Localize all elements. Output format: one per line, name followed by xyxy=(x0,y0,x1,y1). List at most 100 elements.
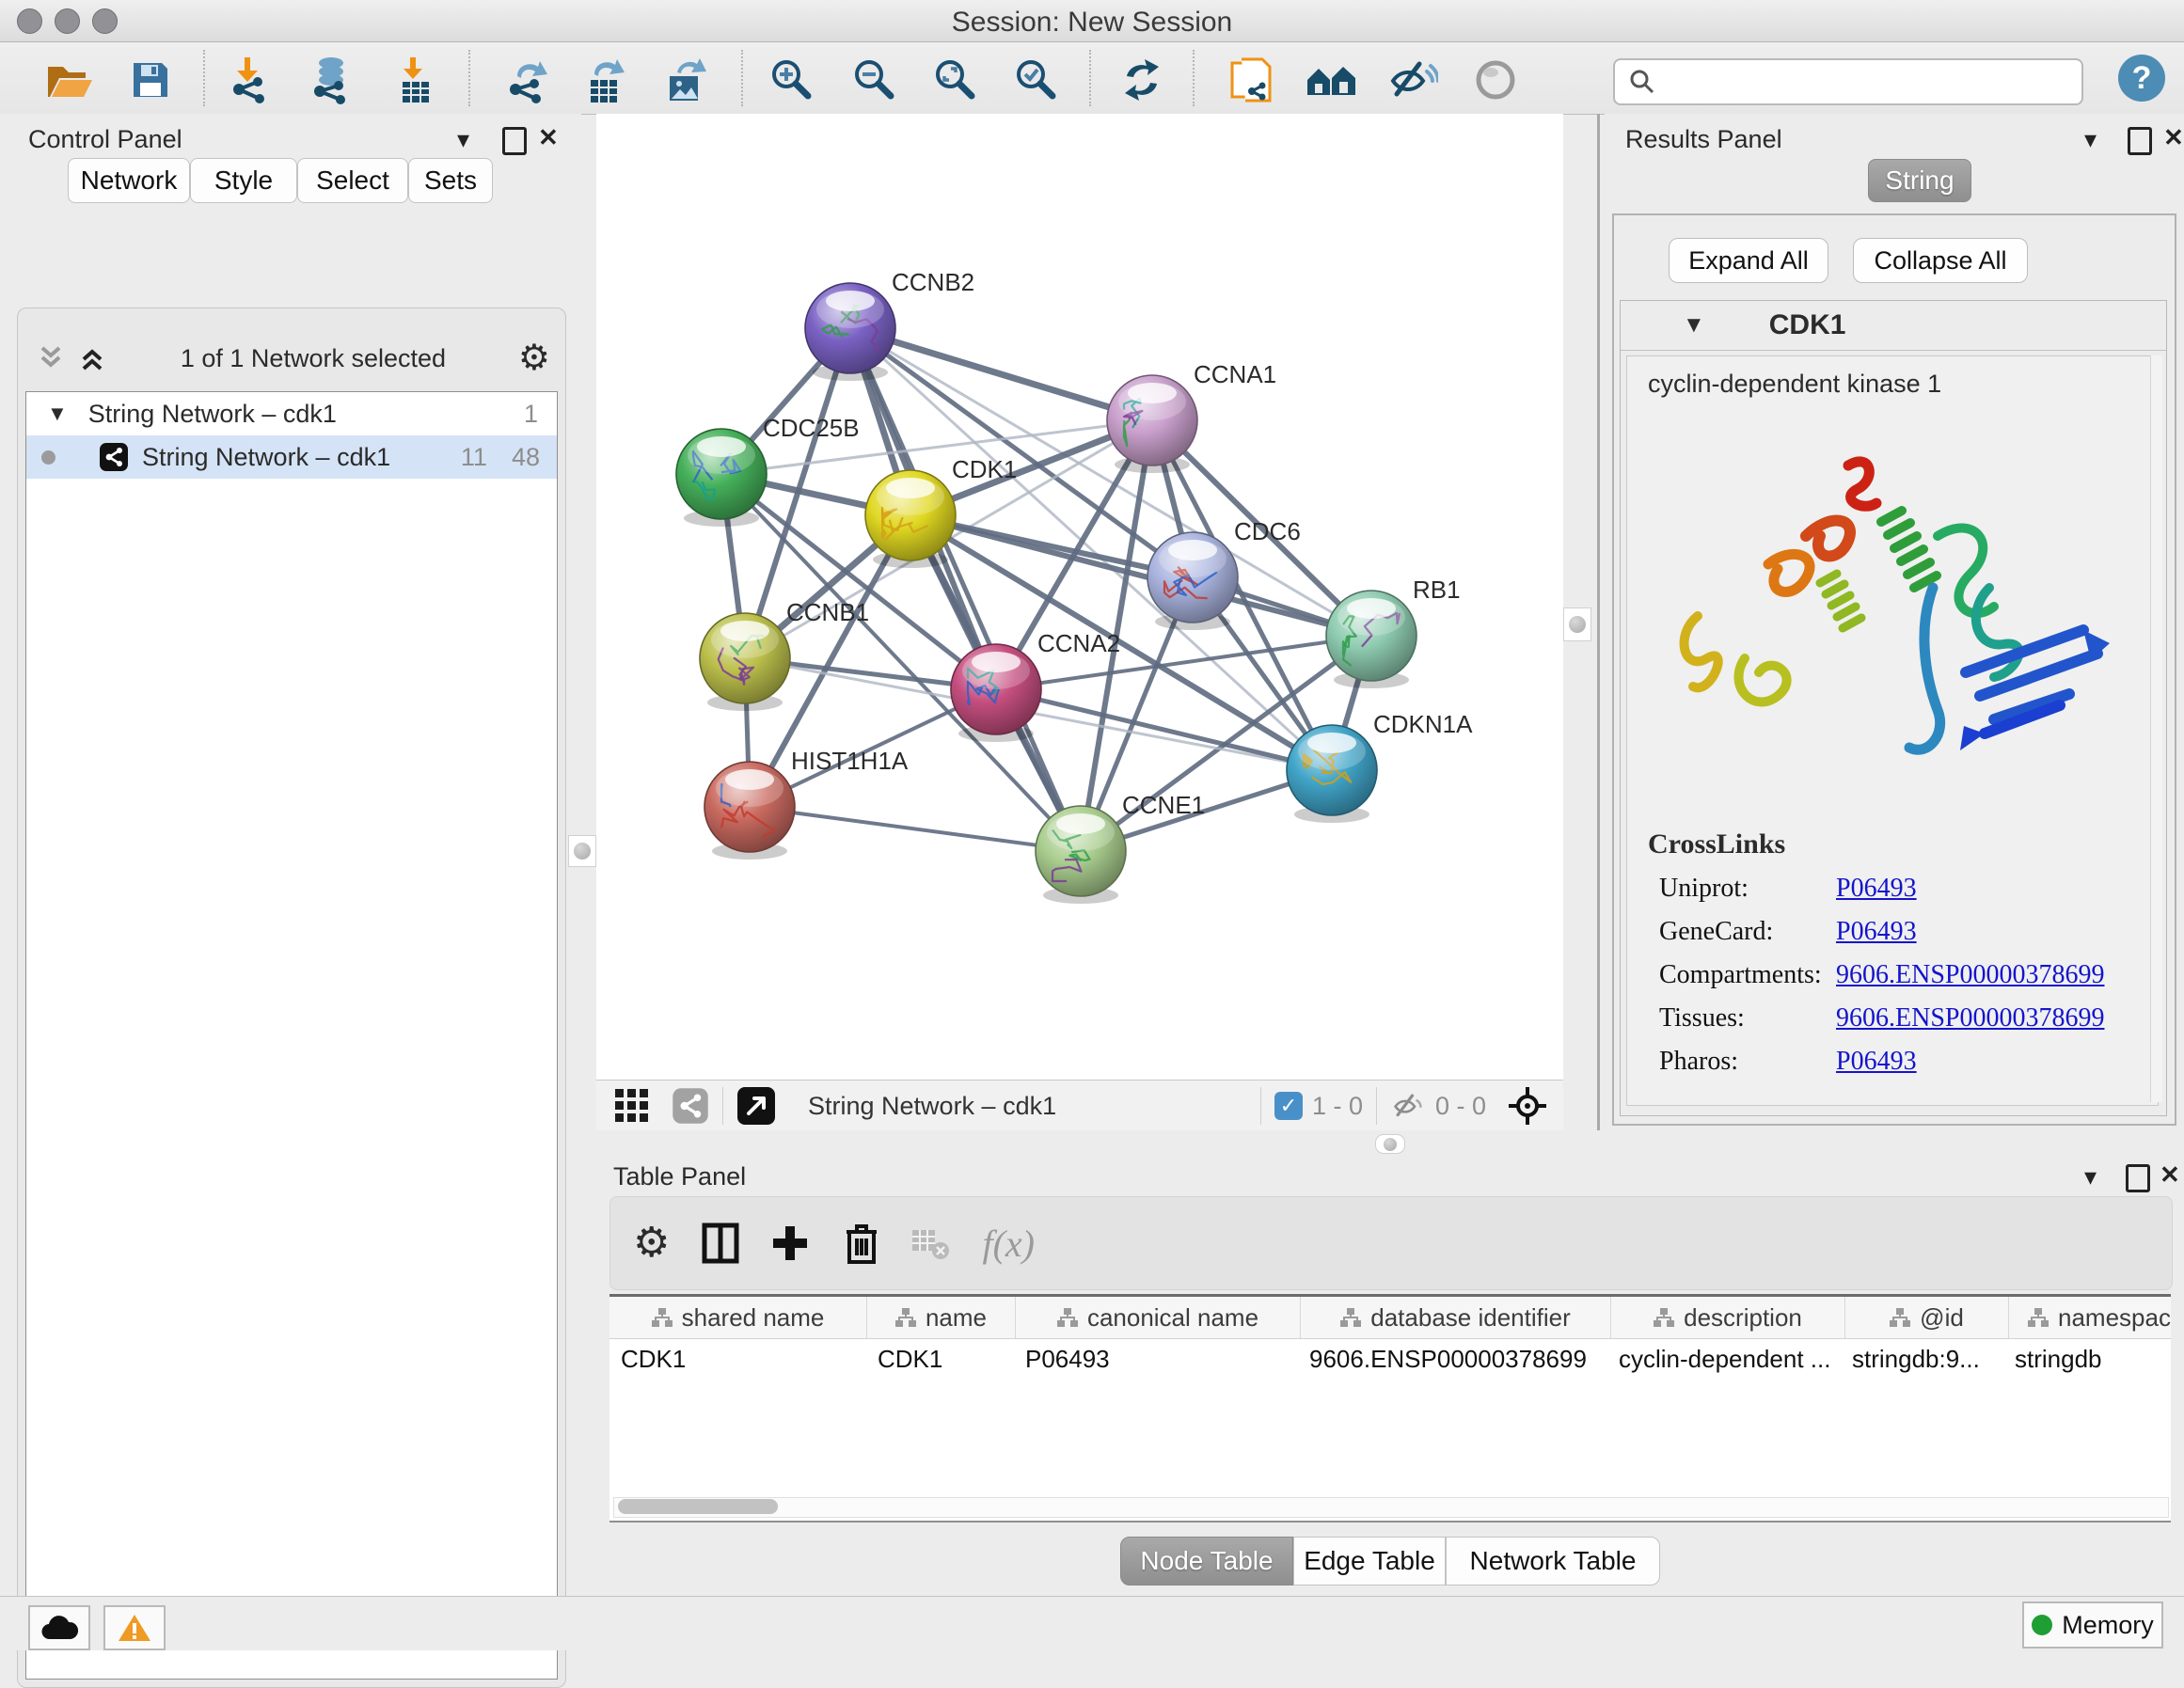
help-button[interactable]: ? xyxy=(2118,55,2165,102)
crosslink-link[interactable]: P06493 xyxy=(1836,917,1917,947)
table-hscrollbar[interactable] xyxy=(613,1497,2169,1518)
selected-nodes-checkbox-icon[interactable]: ✓ xyxy=(1274,1092,1303,1120)
hide-unhide-button[interactable] xyxy=(1386,54,1439,106)
expand-all-chevrons-icon[interactable] xyxy=(76,344,108,372)
column-hierarchy-icon xyxy=(1890,1308,1910,1327)
table-cell[interactable]: 9606.ENSP00000378699 xyxy=(1298,1339,1607,1379)
column-header--id[interactable]: @id xyxy=(1845,1297,2009,1338)
network-graph[interactable]: CCNB2CCNA1CDC25BCDK1CDC6RB1CCNB1CCNA2CDK… xyxy=(596,114,1563,1080)
show-columns-icon[interactable] xyxy=(702,1223,739,1264)
save-session-button[interactable] xyxy=(124,54,177,106)
import-network-button[interactable] xyxy=(224,54,277,106)
results-scrollbar[interactable] xyxy=(2150,355,2162,1102)
column-header-description[interactable]: description xyxy=(1611,1297,1845,1338)
refresh-icon xyxy=(1117,55,1166,104)
show-hidden-button[interactable] xyxy=(1469,54,1522,106)
table-row[interactable]: CDK1CDK1P064939606.ENSP00000378699cyclin… xyxy=(609,1339,2171,1379)
tab-network-table[interactable]: Network Table xyxy=(1446,1537,1660,1585)
tab-node-table[interactable]: Node Table xyxy=(1120,1537,1293,1585)
tab-network[interactable]: Network xyxy=(68,158,190,203)
table-cell[interactable]: CDK1 xyxy=(866,1339,1014,1379)
cloud-button[interactable] xyxy=(28,1605,90,1650)
export-network-button[interactable] xyxy=(500,54,553,106)
search-input[interactable] xyxy=(1666,62,2081,102)
expand-all-button[interactable]: Expand All xyxy=(1669,238,1828,283)
right-splitter-handle[interactable] xyxy=(1563,607,1591,641)
network-view-canvas[interactable]: CCNB2CCNA1CDC25BCDK1CDC6RB1CCNB1CCNA2CDK… xyxy=(596,114,1563,1080)
table-settings-gear-icon[interactable]: ⚙ xyxy=(633,1223,670,1264)
table-cell[interactable]: CDK1 xyxy=(609,1339,866,1379)
network-node-CDKN1A[interactable]: CDKN1A xyxy=(1287,710,1473,823)
import-network-from-database-button[interactable] xyxy=(305,54,357,106)
clone-network-button[interactable] xyxy=(1225,54,1277,106)
column-header-database-identifier[interactable]: database identifier xyxy=(1301,1297,1611,1338)
memory-button[interactable]: Memory xyxy=(2022,1601,2163,1649)
network-collection-row[interactable]: ▼ String Network – cdk1 1 xyxy=(26,392,557,435)
table-cell[interactable]: P06493 xyxy=(1014,1339,1298,1379)
collapse-all-chevrons-icon[interactable] xyxy=(35,344,67,372)
left-splitter-handle[interactable] xyxy=(568,835,596,867)
fit-selection-crosshair-icon[interactable] xyxy=(1507,1085,1548,1127)
zoom-selected-button[interactable] xyxy=(1010,54,1063,106)
edge-CCNB2-CCNA1[interactable] xyxy=(850,328,1152,420)
table-panel-float-icon[interactable] xyxy=(2126,1164,2150,1192)
table-cell[interactable]: cyclin-dependent ... xyxy=(1607,1339,1841,1379)
table-panel-close-icon[interactable]: ✕ xyxy=(2160,1160,2180,1190)
tab-sets[interactable]: Sets xyxy=(408,158,493,203)
table-hscrollbar-thumb[interactable] xyxy=(618,1499,778,1514)
crosslink-link[interactable]: P06493 xyxy=(1836,874,1917,904)
network-options-gear-icon[interactable]: ⚙ xyxy=(518,340,550,376)
tab-select[interactable]: Select xyxy=(297,158,408,203)
tab-string[interactable]: String xyxy=(1868,159,1971,202)
zoom-in-button[interactable] xyxy=(766,54,818,106)
column-header-shared-name[interactable]: shared name xyxy=(609,1297,867,1338)
warnings-button[interactable] xyxy=(103,1605,166,1650)
delete-table-icon[interactable] xyxy=(910,1226,950,1260)
results-panel-float-icon[interactable] xyxy=(2128,127,2152,155)
table-cell[interactable]: stringdb:9... xyxy=(1841,1339,2003,1379)
create-column-plus-icon[interactable] xyxy=(771,1224,809,1262)
import-table-button[interactable] xyxy=(389,54,442,106)
zoom-out-button[interactable] xyxy=(848,54,901,106)
birds-eye-view-icon[interactable] xyxy=(736,1086,776,1126)
table-cell[interactable]: stringdb xyxy=(2003,1339,2184,1379)
crosslink-link[interactable]: 9606.ENSP00000378699 xyxy=(1836,1003,2104,1033)
vertical-splitter[interactable] xyxy=(1597,114,1600,1130)
grid-view-icon[interactable] xyxy=(613,1087,651,1125)
table-panel-menu-arrow-icon[interactable]: ▾ xyxy=(2084,1162,2097,1191)
gene-collapse-arrow-icon[interactable]: ▼ xyxy=(1683,312,1705,339)
hidden-items-eye-slash-icon[interactable] xyxy=(1390,1091,1426,1121)
show-all-networks-button[interactable] xyxy=(1306,54,1358,106)
results-panel-menu-arrow-icon[interactable]: ▾ xyxy=(2084,125,2097,154)
export-image-button[interactable] xyxy=(658,54,711,106)
network-node-HIST1H1A[interactable]: HIST1H1A xyxy=(704,747,909,860)
results-panel-close-icon[interactable]: ✕ xyxy=(2163,123,2184,152)
column-header-canonical-name[interactable]: canonical name xyxy=(1016,1297,1301,1338)
gene-section-header[interactable]: ▼ CDK1 xyxy=(1621,301,2166,351)
column-header-namespac[interactable]: namespac xyxy=(2009,1297,2184,1338)
node-table: shared namenamecanonical namedatabase id… xyxy=(609,1294,2171,1522)
export-table-button[interactable] xyxy=(578,54,630,106)
control-panel-menu-arrow-icon[interactable]: ▾ xyxy=(457,125,469,154)
horizontal-splitter-handle[interactable] xyxy=(1375,1134,1405,1154)
edge-HIST1H1A-CCNE1[interactable] xyxy=(750,807,1081,851)
refresh-button[interactable] xyxy=(1116,54,1168,106)
collection-expand-arrow-icon[interactable]: ▼ xyxy=(47,402,68,426)
crosslink-link[interactable]: 9606.ENSP00000378699 xyxy=(1836,960,2104,990)
tab-edge-table[interactable]: Edge Table xyxy=(1293,1537,1446,1585)
network-share-toggle-icon[interactable] xyxy=(672,1087,709,1125)
collapse-all-button[interactable]: Collapse All xyxy=(1853,238,2028,283)
function-builder-icon[interactable]: f(x) xyxy=(982,1222,1035,1266)
tab-style[interactable]: Style xyxy=(190,158,297,203)
control-panel-float-icon[interactable] xyxy=(502,127,527,155)
zoom-fit-button[interactable] xyxy=(929,54,982,106)
open-session-button[interactable] xyxy=(43,54,96,106)
delete-column-trash-icon[interactable] xyxy=(845,1223,878,1264)
network-row-selected[interactable]: String Network – cdk1 11 48 xyxy=(26,435,557,479)
tab-string-label: String xyxy=(1885,166,1954,196)
network-node-RB1[interactable]: RB1 xyxy=(1326,576,1461,688)
column-header-name[interactable]: name xyxy=(867,1297,1016,1338)
network-node-CCNB1[interactable]: CCNB1 xyxy=(700,598,869,711)
control-panel-close-icon[interactable]: ✕ xyxy=(538,123,559,152)
crosslink-link[interactable]: P06493 xyxy=(1836,1047,1917,1077)
